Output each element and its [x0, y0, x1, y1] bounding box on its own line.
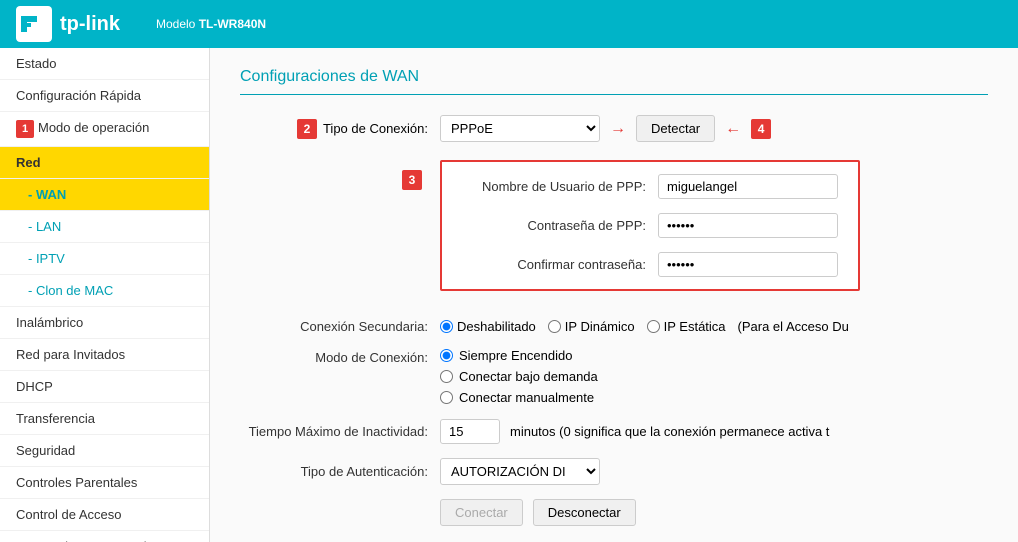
- sidebar-item-config-rapida[interactable]: Configuración Rápida: [0, 80, 209, 112]
- secondary-conn-row: Conexión Secundaria: Deshabilitado IP Di…: [240, 319, 988, 334]
- ppp-user-label: Nombre de Usuario de PPP:: [458, 179, 658, 194]
- sidebar-item-clon-mac[interactable]: - Clon de MAC: [0, 275, 209, 307]
- detect-button[interactable]: Detectar: [636, 115, 715, 142]
- logo-area: tp-link: [16, 6, 120, 42]
- action-buttons-row: Conectar Desconectar: [240, 499, 988, 526]
- logo-text: tp-link: [60, 13, 120, 36]
- header-model: Modelo TL-WR840N: [156, 17, 266, 31]
- main-layout: Estado Configuración Rápida 1Modo de ope…: [0, 48, 1018, 542]
- sidebar-item-inalambrico[interactable]: Inalámbrico: [0, 307, 209, 339]
- sidebar-item-estado[interactable]: Estado: [0, 48, 209, 80]
- inactivity-input[interactable]: [440, 419, 500, 444]
- radio-ip-dinamico[interactable]: IP Dinámico: [548, 319, 635, 334]
- ppp-confirm-label: Confirmar contraseña:: [458, 257, 658, 272]
- inactivity-row: Tiempo Máximo de Inactividad: minutos (0…: [240, 419, 988, 444]
- ppp-confirm-row: Confirmar contraseña:: [458, 252, 842, 277]
- inactivity-controls: minutos (0 significa que la conexión per…: [440, 419, 829, 444]
- inactivity-label: Tiempo Máximo de Inactividad:: [240, 424, 440, 439]
- ppp-pass-label: Contraseña de PPP:: [458, 218, 658, 233]
- badge-4-arrow: ←: [725, 120, 741, 138]
- connect-button[interactable]: Conectar: [440, 499, 523, 526]
- radio-manualmente[interactable]: Conectar manualmente: [440, 390, 598, 405]
- secondary-conn-label: Conexión Secundaria:: [240, 319, 440, 334]
- sidebar-item-transferencia[interactable]: Transferencia: [0, 403, 209, 435]
- header: tp-link Modelo TL-WR840N: [0, 0, 1018, 48]
- inactivity-note: minutos (0 significa que la conexión per…: [510, 424, 829, 439]
- sidebar-item-seguridad[interactable]: Seguridad: [0, 435, 209, 467]
- sidebar-item-red-invitados[interactable]: Red para Invitados: [0, 339, 209, 371]
- section-title: Configuraciones de WAN: [240, 68, 988, 95]
- sidebar-item-control-acceso[interactable]: Control de Acceso: [0, 499, 209, 531]
- radio-ip-estatica[interactable]: IP Estática: [647, 319, 726, 334]
- ppp-user-row: Nombre de Usuario de PPP:: [458, 174, 842, 199]
- tp-link-logo: [16, 6, 52, 42]
- ppp-pass-row: Contraseña de PPP:: [458, 213, 842, 238]
- action-buttons: Conectar Desconectar: [440, 499, 636, 526]
- secondary-conn-options: Deshabilitado IP Dinámico IP Estática (P…: [440, 319, 849, 334]
- sidebar-item-iptv[interactable]: - IPTV: [0, 243, 209, 275]
- main-content: Configuraciones de WAN 2 Tipo de Conexió…: [210, 48, 1018, 542]
- detect-arrow: →: [610, 120, 626, 138]
- badge-2: 2: [297, 119, 317, 139]
- ppp-user-input[interactable]: [658, 174, 838, 199]
- badge-4: 4: [751, 119, 771, 139]
- connection-type-row: 2 Tipo de Conexión: PPPoE → Detectar ← 4: [240, 115, 988, 142]
- connection-type-controls: PPPoE → Detectar ← 4: [440, 115, 777, 142]
- secondary-conn-note: (Para el Acceso Du: [738, 319, 849, 334]
- sidebar-item-dhcp[interactable]: DHCP: [0, 371, 209, 403]
- sidebar-item-modo-operacion[interactable]: 1Modo de operación: [0, 112, 209, 147]
- radio-siempre-encendido[interactable]: Siempre Encendido: [440, 348, 598, 363]
- auth-type-select[interactable]: AUTORIZACIÓN DI: [440, 458, 600, 485]
- sidebar-item-enrutamiento[interactable]: Enrutamiento Avanzado: [0, 531, 209, 542]
- radio-deshabilitado[interactable]: Deshabilitado: [440, 319, 536, 334]
- sidebar-item-lan[interactable]: - LAN: [0, 211, 209, 243]
- radio-bajo-demanda[interactable]: Conectar bajo demanda: [440, 369, 598, 384]
- badge-1: 1: [16, 120, 34, 138]
- ppp-pass-input[interactable]: [658, 213, 838, 238]
- connection-type-select[interactable]: PPPoE: [440, 115, 600, 142]
- sidebar: Estado Configuración Rápida 1Modo de ope…: [0, 48, 210, 542]
- mode-options: Siempre Encendido Conectar bajo demanda …: [440, 348, 598, 405]
- ppp-confirm-input[interactable]: [658, 252, 838, 277]
- badge-3: 3: [402, 170, 422, 190]
- connection-type-label: Tipo de Conexión:: [323, 121, 428, 136]
- ppp-credentials-box: Nombre de Usuario de PPP: Contraseña de …: [440, 160, 860, 291]
- disconnect-button[interactable]: Desconectar: [533, 499, 636, 526]
- auth-type-label: Tipo de Autenticación:: [240, 464, 440, 479]
- sidebar-item-wan[interactable]: - WAN: [0, 179, 209, 211]
- section-3-wrapper: 3 Nombre de Usuario de PPP: Contraseña d…: [240, 160, 988, 305]
- auth-type-row: Tipo de Autenticación: AUTORIZACIÓN DI: [240, 458, 988, 485]
- mode-conn-row: Modo de Conexión: Siempre Encendido Cone…: [240, 348, 988, 405]
- sidebar-item-red[interactable]: Red: [0, 147, 209, 179]
- sidebar-item-controles-parentales[interactable]: Controles Parentales: [0, 467, 209, 499]
- mode-label: Modo de Conexión:: [240, 348, 440, 365]
